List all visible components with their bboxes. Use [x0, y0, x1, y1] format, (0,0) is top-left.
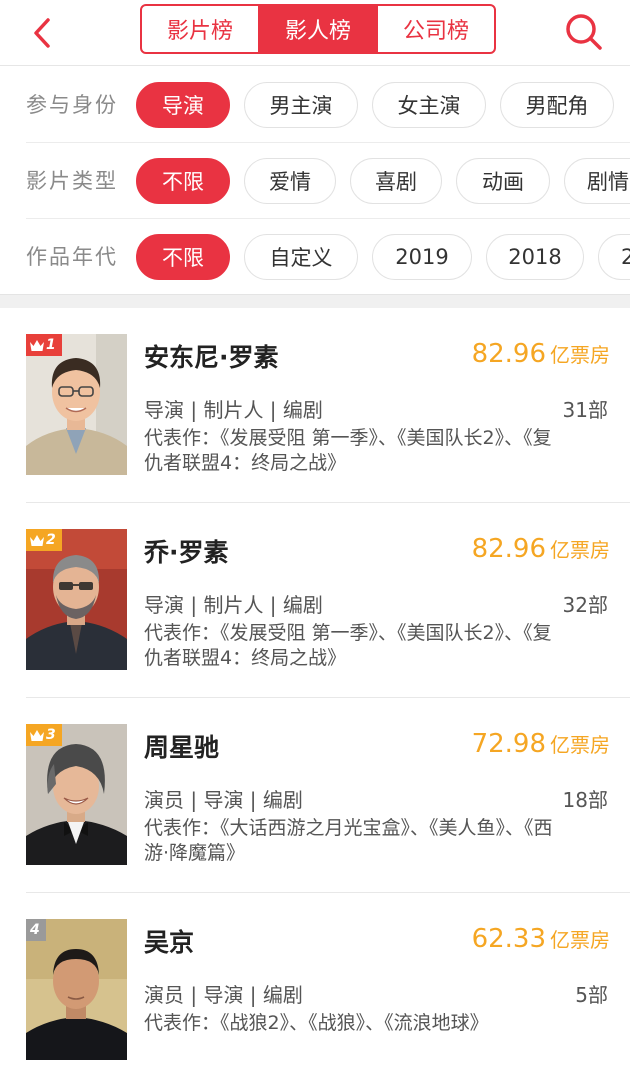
person-name: 周星驰 — [144, 733, 220, 762]
rank-number: 4 — [30, 922, 40, 938]
tab-people-ranking[interactable]: 影人榜 — [258, 6, 376, 52]
chip-year-all[interactable]: 不限 — [136, 234, 230, 280]
box-office-value: 72.98 — [471, 729, 546, 759]
chip-genre-comedy[interactable]: 喜剧 — [350, 158, 442, 204]
box-office-unit: 亿票房 — [550, 733, 610, 757]
box-office-unit: 亿票房 — [550, 343, 610, 367]
tab-company-ranking[interactable]: 公司榜 — [376, 6, 494, 52]
chip-genre-all[interactable]: 不限 — [136, 158, 230, 204]
chip-year-next[interactable]: 2 — [598, 234, 630, 280]
chevron-left-icon — [34, 18, 50, 48]
works-count: 32部 — [562, 593, 608, 617]
tab-movie-ranking[interactable]: 影片榜 — [142, 6, 258, 52]
top-bar: 影片榜 影人榜 公司榜 — [0, 0, 630, 66]
crown-icon — [30, 729, 44, 741]
roles: 演员 | 导演 | 编剧 — [144, 788, 303, 812]
box-office-unit: 亿票房 — [550, 928, 610, 952]
filter-label: 作品年代 — [26, 245, 118, 269]
box-office: 72.98 亿票房 — [472, 729, 610, 759]
avatar: 3 — [26, 724, 127, 865]
rank-badge: 2 — [26, 529, 62, 551]
avatar: 1 — [26, 334, 127, 475]
person-name: 吴京 — [144, 928, 195, 957]
list-item[interactable]: 1 安东尼·罗素 82.96 亿票房 导演 | 制片人 | 编剧 31部 代表作：… — [0, 308, 630, 503]
roles: 导演 | 制片人 | 编剧 — [144, 398, 323, 422]
avatar: 2 — [26, 529, 127, 670]
rank-badge: 3 — [26, 724, 62, 746]
representative-works: 代表作：《发展受阻 第一季》、《美国队长2》、《复仇者联盟4：终局之战》 — [144, 427, 552, 474]
rank-number: 3 — [46, 727, 56, 743]
box-office-value: 62.33 — [471, 924, 546, 954]
representative-works: 代表作：《大话西游之月光宝盒》、《美人鱼》、《西游·降魔篇》 — [144, 817, 553, 864]
chip-year-custom[interactable]: 自定义 — [244, 234, 358, 280]
roles: 演员 | 导演 | 编剧 — [144, 983, 303, 1007]
crown-icon — [30, 339, 44, 351]
ranking-type-tabs: 影片榜 影人榜 公司榜 — [140, 4, 496, 54]
chip-role-director[interactable]: 导演 — [136, 82, 230, 128]
filter-label: 影片类型 — [26, 169, 118, 193]
rank-number: 2 — [46, 532, 56, 548]
avatar: 4 — [26, 919, 127, 1060]
chip-year-2018[interactable]: 2018 — [486, 234, 584, 280]
chip-genre-animation[interactable]: 动画 — [456, 158, 550, 204]
section-divider — [0, 294, 630, 308]
chip-role-lead-actress[interactable]: 女主演 — [372, 82, 486, 128]
works-count: 18部 — [562, 788, 608, 812]
search-icon — [566, 14, 602, 50]
back-button[interactable] — [22, 11, 66, 55]
representative-works: 代表作：《发展受阻 第一季》、《美国队长2》、《复仇者联盟4：终局之战》 — [144, 622, 552, 669]
box-office: 82.96 亿票房 — [472, 339, 610, 369]
filter-year: 作品年代 不限 自定义 2019 2018 2 — [0, 219, 630, 295]
box-office: 82.96 亿票房 — [472, 534, 610, 564]
filter-genre: 影片类型 不限 爱情 喜剧 动画 剧情 — [0, 143, 630, 219]
box-office-value: 82.96 — [471, 534, 546, 564]
rank-badge: 4 — [26, 919, 46, 941]
person-name: 安东尼·罗素 — [144, 343, 279, 372]
list-item[interactable]: 3 周星驰 72.98 亿票房 演员 | 导演 | 编剧 18部 代表作：《大话西… — [0, 698, 630, 893]
search-button[interactable] — [560, 8, 608, 56]
rank-badge: 1 — [26, 334, 62, 356]
works-count: 5部 — [575, 983, 608, 1007]
box-office-value: 82.96 — [471, 339, 546, 369]
chip-genre-romance[interactable]: 爱情 — [244, 158, 336, 204]
chip-genre-drama[interactable]: 剧情 — [564, 158, 630, 204]
filter-role: 参与身份 导演 男主演 女主演 男配角 — [0, 67, 630, 143]
chip-role-supporting-actor[interactable]: 男配角 — [500, 82, 614, 128]
list-item[interactable]: 2 乔·罗素 82.96 亿票房 导演 | 制片人 | 编剧 32部 代表作：《发… — [0, 503, 630, 698]
roles: 导演 | 制片人 | 编剧 — [144, 593, 323, 617]
representative-works: 代表作：《战狼2》、《战狼》、《流浪地球》 — [144, 1012, 489, 1034]
list-item[interactable]: 4 吴京 62.33 亿票房 演员 | 导演 | 编剧 5部 代表作：《战狼2》、… — [0, 893, 630, 1070]
crown-icon — [30, 534, 44, 546]
rank-number: 1 — [46, 337, 56, 353]
filter-label: 参与身份 — [26, 93, 118, 117]
box-office: 62.33 亿票房 — [472, 924, 610, 954]
chip-year-2019[interactable]: 2019 — [372, 234, 472, 280]
works-count: 31部 — [562, 398, 608, 422]
chip-role-lead-actor[interactable]: 男主演 — [244, 82, 358, 128]
person-name: 乔·罗素 — [144, 538, 229, 567]
box-office-unit: 亿票房 — [550, 538, 610, 562]
